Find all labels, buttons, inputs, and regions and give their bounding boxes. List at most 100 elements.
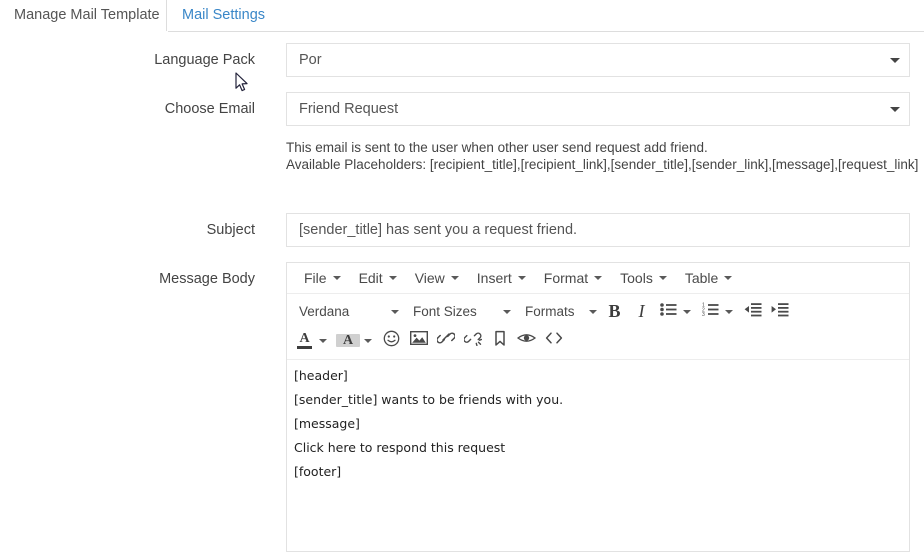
language-pack-label: Language Pack xyxy=(154,52,255,68)
chevron-down-icon xyxy=(391,309,399,314)
menu-file[interactable]: File xyxy=(295,263,350,293)
choose-email-label: Choose Email xyxy=(164,101,255,117)
chevron-down-icon[interactable] xyxy=(364,338,372,343)
subject-input[interactable]: [sender_title] has sent you a request fr… xyxy=(286,213,910,247)
preview-eye-icon xyxy=(516,331,537,350)
chevron-down-icon xyxy=(594,276,603,280)
formats-select[interactable]: Formats xyxy=(517,298,601,325)
italic-label: I xyxy=(638,301,645,321)
chevron-down-icon xyxy=(724,276,733,280)
menu-edit[interactable]: Edit xyxy=(350,263,406,293)
source-code-button[interactable] xyxy=(540,327,567,354)
chevron-down-icon xyxy=(890,107,900,112)
background-color-glyph: A xyxy=(342,333,354,348)
message-body-label: Message Body xyxy=(159,271,255,287)
text-color-glyph: A xyxy=(299,331,310,346)
outdent-icon xyxy=(744,302,762,322)
menu-insert[interactable]: Insert xyxy=(468,263,535,293)
menu-format[interactable]: Format xyxy=(535,263,611,293)
menu-label: File xyxy=(304,270,327,286)
preview-button[interactable] xyxy=(513,327,540,354)
subject-value: [sender_title] has sent you a request fr… xyxy=(299,222,578,238)
chevron-down-icon xyxy=(503,309,511,314)
tab-bar: Manage Mail Template Mail Settings xyxy=(0,0,924,32)
chevron-down-icon xyxy=(517,276,526,280)
font-family-value: Verdana xyxy=(299,304,350,319)
numbered-list-split-button[interactable]: 1 2 3 xyxy=(697,298,739,325)
chevron-down-icon[interactable] xyxy=(683,309,691,314)
bullet-list-icon xyxy=(660,302,677,322)
menu-label: Edit xyxy=(358,270,383,286)
tab-manage-mail-template[interactable]: Manage Mail Template xyxy=(0,0,167,31)
indent-icon xyxy=(771,302,789,322)
help-description: This email is sent to the user when othe… xyxy=(286,140,708,155)
text-color-split-button[interactable]: A xyxy=(291,327,333,354)
svg-text:3: 3 xyxy=(702,312,705,317)
font-size-select[interactable]: Font Sizes xyxy=(405,298,517,325)
bullet-list-split-button[interactable] xyxy=(655,298,697,325)
choose-email-value: Friend Request xyxy=(299,101,399,117)
text-color-swatch xyxy=(297,346,312,349)
editor-paragraph: [sender_title] wants to be friends with … xyxy=(294,392,564,407)
menu-label: Table xyxy=(684,270,719,286)
help-placeholders: Available Placeholders: [recipient_title… xyxy=(286,157,919,172)
emoticon-icon xyxy=(383,330,400,352)
italic-button[interactable]: I xyxy=(628,298,655,325)
subject-label: Subject xyxy=(206,222,255,238)
language-pack-select[interactable]: Por xyxy=(286,43,910,77)
numbered-list-icon: 1 2 3 xyxy=(702,302,719,322)
choose-email-select[interactable]: Friend Request xyxy=(286,92,910,126)
menu-label: Tools xyxy=(620,270,653,286)
editor-toolbar-row-2: A A xyxy=(291,326,905,355)
chevron-down-icon[interactable] xyxy=(725,309,733,314)
outdent-button[interactable] xyxy=(739,298,766,325)
editor-paragraph: Click here to respond this request xyxy=(294,440,506,455)
bold-label: B xyxy=(608,301,621,321)
editor-toolbar-row-1: Verdana Font Sizes Formats B I 1 2 3 xyxy=(291,297,905,326)
editor-content-area[interactable]: [header] [sender_title] wants to be frie… xyxy=(287,360,909,496)
font-family-select[interactable]: Verdana xyxy=(291,298,405,325)
numbered-list-button[interactable]: 1 2 3 xyxy=(697,298,724,325)
mouse-cursor xyxy=(235,72,249,93)
background-color-icon: A xyxy=(336,333,360,348)
text-color-button[interactable]: A xyxy=(291,327,318,354)
background-color-button[interactable]: A xyxy=(333,327,363,354)
tab-label: Mail Settings xyxy=(182,7,266,23)
menu-label: View xyxy=(414,270,445,286)
menu-tools[interactable]: Tools xyxy=(611,263,676,293)
chevron-down-icon[interactable] xyxy=(319,338,327,343)
chevron-down-icon xyxy=(890,58,900,63)
formats-value: Formats xyxy=(525,304,575,319)
font-size-value: Font Sizes xyxy=(413,304,477,319)
language-pack-value: Por xyxy=(299,52,322,68)
editor-paragraph: [header] xyxy=(294,368,348,383)
unlink-button[interactable] xyxy=(459,327,486,354)
editor-menubar: File Edit View Insert Format Tools Table xyxy=(287,263,909,294)
editor-paragraph: [message] xyxy=(294,416,360,431)
bold-button[interactable]: B xyxy=(601,298,628,325)
tab-mail-settings[interactable]: Mail Settings xyxy=(168,0,280,31)
emoticon-button[interactable] xyxy=(378,327,405,354)
indent-button[interactable] xyxy=(766,298,793,325)
editor-toolbar: Verdana Font Sizes Formats B I 1 2 3 A A xyxy=(287,294,909,360)
tab-label: Manage Mail Template xyxy=(14,7,160,23)
chevron-down-icon xyxy=(589,309,597,314)
chevron-down-icon xyxy=(658,276,667,280)
anchor-bookmark-icon xyxy=(493,330,507,352)
insert-image-button[interactable] xyxy=(405,327,432,354)
bullet-list-button[interactable] xyxy=(655,298,682,325)
chevron-down-icon xyxy=(332,276,341,280)
insert-link-button[interactable] xyxy=(432,327,459,354)
menu-table[interactable]: Table xyxy=(676,263,741,293)
chevron-down-icon xyxy=(388,276,397,280)
chevron-down-icon xyxy=(450,276,459,280)
tab-bar-divider xyxy=(168,31,924,32)
menu-label: Insert xyxy=(476,270,512,286)
anchor-button[interactable] xyxy=(486,327,513,354)
image-icon xyxy=(409,330,428,351)
source-code-icon xyxy=(545,331,563,350)
link-icon xyxy=(435,330,456,351)
menu-view[interactable]: View xyxy=(406,263,468,293)
text-color-icon: A xyxy=(295,332,315,349)
background-color-split-button[interactable]: A xyxy=(333,327,378,354)
